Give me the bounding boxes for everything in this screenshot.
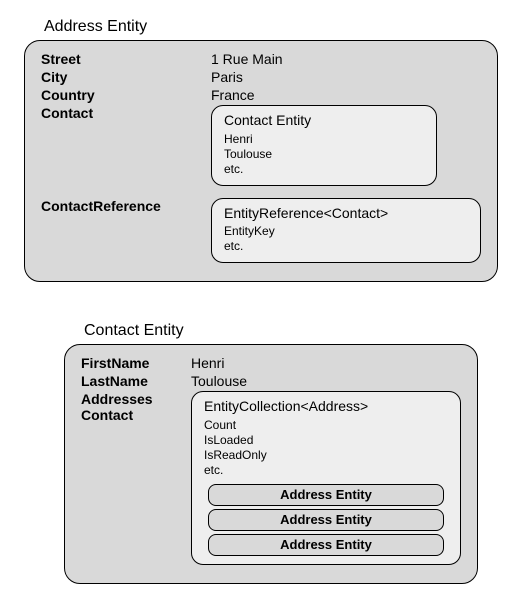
contact-reference-row: ContactReference EntityReference<Contact…: [41, 198, 481, 264]
firstname-row: FirstName Henri: [81, 355, 461, 371]
entity-reference-box: EntityReference<Contact> EntityKey etc.: [211, 198, 481, 264]
address-entity-section: Address Entity Street 1 Rue Main City Pa…: [24, 18, 505, 282]
contact-entity-section: Contact Entity FirstName Henri LastName …: [64, 322, 505, 584]
city-value: Paris: [211, 69, 481, 85]
entity-collection-title: EntityCollection<Address>: [204, 398, 448, 416]
entity-collection-box: EntityCollection<Address> Count IsLoaded…: [191, 391, 461, 565]
contact-inner-line-2: etc.: [224, 162, 424, 177]
street-row: Street 1 Rue Main: [41, 51, 481, 67]
address-entity-title: Address Entity: [44, 18, 505, 36]
contact-label-2: Contact: [81, 407, 191, 423]
nested-address-entity: Address Entity: [208, 509, 444, 531]
contact-inner-line-1: Toulouse: [224, 147, 424, 162]
contact-inner-title: Contact Entity: [224, 112, 424, 130]
contact-label: Contact: [41, 105, 211, 121]
nested-address-entity: Address Entity: [208, 484, 444, 506]
firstname-label: FirstName: [81, 355, 191, 371]
nested-address-list: Address Entity Address Entity Address En…: [204, 484, 448, 557]
lastname-label: LastName: [81, 373, 191, 389]
collection-line-2: IsReadOnly: [204, 448, 448, 463]
contact-reference-label: ContactReference: [41, 198, 211, 214]
collection-line-3: etc.: [204, 463, 448, 478]
entity-reference-line-0: EntityKey: [224, 224, 468, 239]
addresses-label: Addresses: [81, 391, 191, 407]
contact-entity-inner-box: Contact Entity Henri Toulouse etc.: [211, 105, 437, 186]
country-label: Country: [41, 87, 211, 103]
collection-line-1: IsLoaded: [204, 433, 448, 448]
street-value: 1 Rue Main: [211, 51, 481, 67]
firstname-value: Henri: [191, 355, 461, 371]
addresses-row: Addresses Contact EntityCollection<Addre…: [81, 391, 461, 565]
contact-entity-title: Contact Entity: [84, 322, 505, 340]
address-entity-box: Street 1 Rue Main City Paris Country Fra…: [24, 40, 498, 282]
collection-line-0: Count: [204, 418, 448, 433]
city-row: City Paris: [41, 69, 481, 85]
entity-reference-line-1: etc.: [224, 239, 468, 254]
lastname-row: LastName Toulouse: [81, 373, 461, 389]
city-label: City: [41, 69, 211, 85]
entity-reference-title: EntityReference<Contact>: [224, 205, 468, 223]
lastname-value: Toulouse: [191, 373, 461, 389]
country-row: Country France: [41, 87, 481, 103]
contact-row: Contact Contact Entity Henri Toulouse et…: [41, 105, 481, 186]
street-label: Street: [41, 51, 211, 67]
contact-inner-line-0: Henri: [224, 132, 424, 147]
contact-entity-box: FirstName Henri LastName Toulouse Addres…: [64, 344, 478, 584]
country-value: France: [211, 87, 481, 103]
nested-address-entity: Address Entity: [208, 534, 444, 556]
